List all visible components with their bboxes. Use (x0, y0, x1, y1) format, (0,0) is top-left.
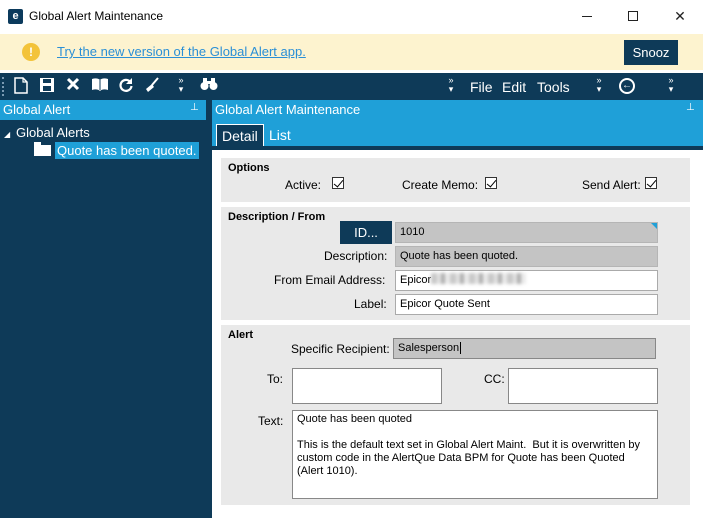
refresh-icon[interactable] (117, 77, 135, 95)
new-version-link[interactable]: Try the new version of the Global Alert … (57, 44, 306, 59)
detail-pin-icon[interactable]: ⊥ (686, 102, 695, 113)
close-icon: ✕ (674, 7, 686, 24)
save-icon[interactable] (38, 77, 56, 95)
tree-child-node[interactable]: Quote has been quoted. (34, 142, 199, 159)
to-field[interactable] (292, 368, 442, 404)
create-memo-label: Create Memo: (402, 178, 479, 192)
toolbar-grip[interactable] (2, 77, 5, 96)
id-value: 1010 (400, 226, 425, 238)
options-group-title: Options (228, 162, 270, 174)
toolbar-overflow-chevron-icon[interactable]: » ▾ (176, 76, 186, 94)
folder-icon (34, 142, 51, 156)
specific-recipient-value: Salesperson (398, 342, 460, 354)
menu-edit[interactable]: Edit (502, 79, 526, 95)
book-icon[interactable] (91, 77, 109, 95)
active-checkbox[interactable] (332, 177, 344, 189)
nav-overflow-chevron-icon[interactable]: » ▾ (666, 76, 676, 94)
detail-panel: Global Alert Maintenance ⊥ Detail List O… (212, 100, 703, 518)
detail-panel-title: Global Alert Maintenance (215, 102, 361, 117)
tree-panel-header: Global Alert (0, 100, 206, 120)
active-label: Active: (285, 178, 322, 192)
from-email-field[interactable]: Epicor (395, 270, 658, 291)
main-toolbar: » ▾ » ▾ File Edit Tools » ▾ » ▾ (0, 73, 703, 100)
specific-recipient-field[interactable]: Salesperson (393, 338, 656, 359)
create-memo-checkbox[interactable] (485, 177, 497, 189)
options-group: Options Active: Create Memo: Send Alert: (221, 158, 690, 202)
cc-label: CC: (484, 372, 505, 386)
close-button[interactable]: ✕ (657, 0, 703, 32)
detail-panel-header: Global Alert Maintenance (212, 100, 703, 120)
pin-icon[interactable]: ⊥ (190, 102, 199, 113)
title-bar: e Global Alert Maintenance ✕ (0, 0, 703, 32)
snooze-button[interactable]: Snooz (624, 40, 678, 65)
tree-panel-title: Global Alert (3, 102, 71, 117)
description-value: Quote has been quoted. (400, 250, 519, 262)
menu-tools[interactable]: Tools (537, 79, 570, 95)
app-window: e Global Alert Maintenance ✕ ! Try the n… (0, 0, 703, 518)
specific-recipient-label: Specific Recipient: (291, 342, 390, 356)
tab-bar: Detail List (212, 120, 703, 150)
alert-group-title: Alert (228, 329, 254, 341)
description-group-title: Description / From (228, 211, 326, 223)
label-field[interactable]: Epicor Quote Sent (395, 294, 658, 315)
binoculars-icon[interactable] (200, 77, 218, 95)
id-field[interactable]: 1010 (395, 222, 658, 243)
tree-root-label: Global Alerts (16, 125, 90, 140)
text-cursor (460, 342, 462, 354)
alert-text-field[interactable]: Quote has been quoted This is the defaul… (292, 410, 658, 499)
alert-group: Alert Specific Recipient: Salesperson To… (221, 325, 690, 505)
maximize-button[interactable] (610, 0, 656, 32)
warning-icon: ! (22, 43, 40, 61)
menu-file[interactable]: File (470, 79, 493, 95)
tree-root-node[interactable]: ◢ Global Alerts (4, 125, 90, 140)
from-email-label: From Email Address: (274, 273, 386, 287)
new-document-icon[interactable] (12, 77, 30, 95)
tree-child-label: Quote has been quoted. (55, 142, 199, 159)
from-email-value: Epicor (400, 274, 432, 286)
description-label: Description: (324, 249, 388, 263)
cc-field[interactable] (508, 368, 658, 404)
expand-arrow-icon[interactable]: ◢ (4, 130, 16, 139)
label-value: Epicor Quote Sent (400, 298, 490, 310)
description-field[interactable]: Quote has been quoted. (395, 246, 658, 267)
send-alert-checkbox[interactable] (645, 177, 657, 189)
tools-overflow-chevron-icon[interactable]: » ▾ (594, 76, 604, 94)
info-banner: ! Try the new version of the Global Aler… (0, 34, 703, 70)
text-label: Text: (258, 414, 284, 428)
menu-overflow-chevron-icon[interactable]: » ▾ (446, 76, 456, 94)
label-label: Label: (354, 297, 387, 311)
delete-icon[interactable] (64, 77, 82, 95)
tree-panel: Global Alert ⊥ ◢ Global Alerts Quote has … (0, 100, 206, 518)
field-corner-marker (651, 223, 657, 229)
maximize-icon (628, 11, 638, 21)
clear-broom-icon[interactable] (143, 77, 161, 95)
tab-detail[interactable]: Detail (216, 124, 264, 146)
send-alert-label: Send Alert: (582, 178, 641, 192)
app-logo-icon: e (8, 9, 23, 24)
back-arrow-icon[interactable]: ← (619, 78, 635, 94)
to-label: To: (267, 372, 284, 386)
description-group: Description / From ID... 1010 Descriptio… (221, 207, 690, 320)
minimize-icon (582, 15, 592, 17)
window-title: Global Alert Maintenance (29, 9, 164, 23)
redacted-email-blur (431, 273, 527, 284)
id-lookup-button[interactable]: ID... (340, 221, 392, 244)
tab-list[interactable]: List (264, 124, 296, 146)
minimize-button[interactable] (564, 0, 610, 32)
